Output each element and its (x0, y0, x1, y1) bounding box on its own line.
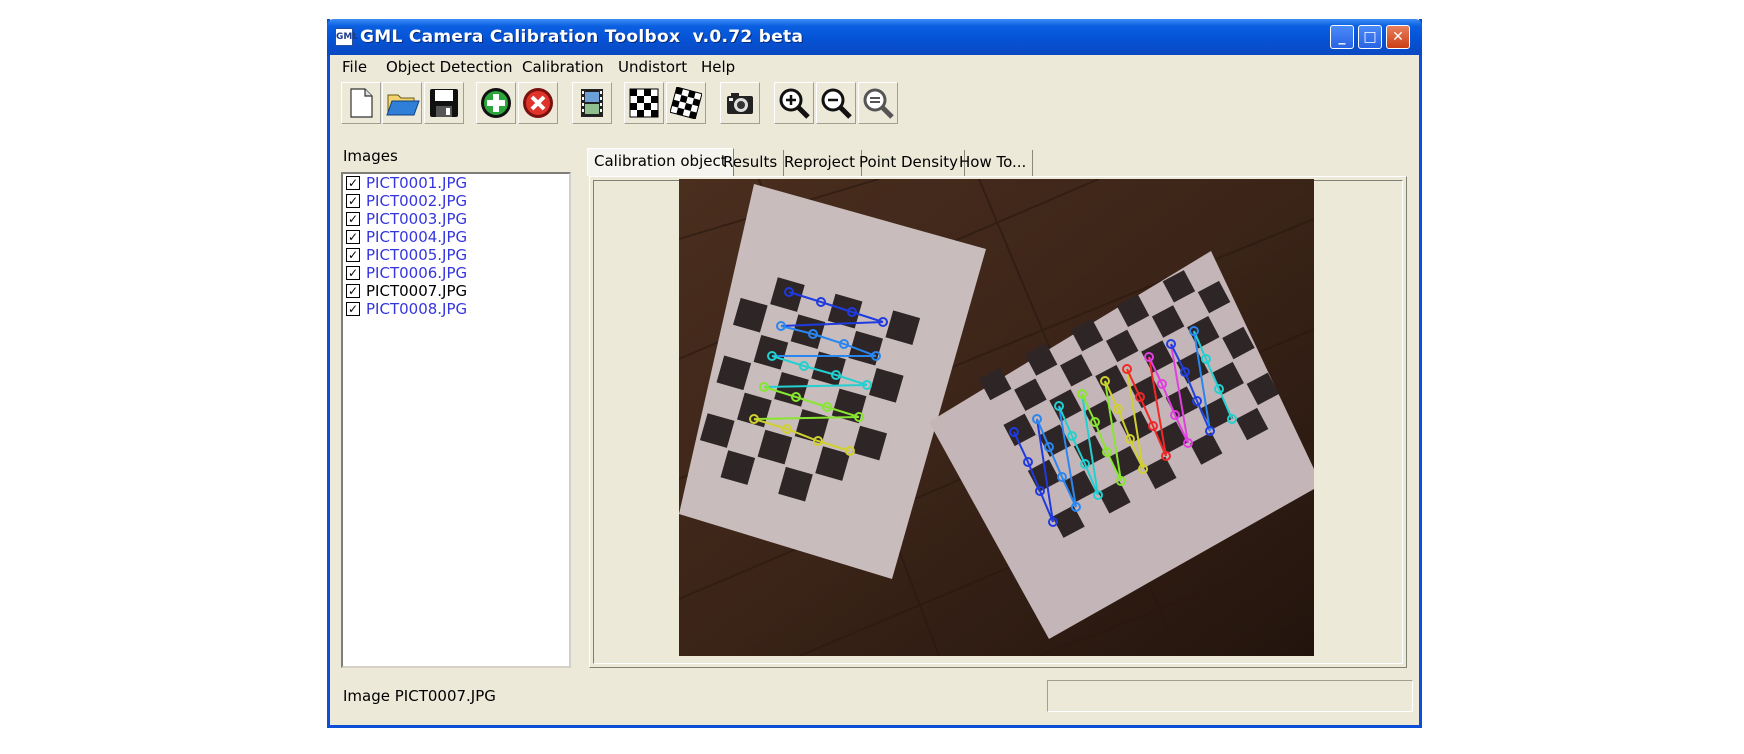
menu-bar: File Object Detection Calibration Undist… (330, 55, 1419, 79)
item-checkbox[interactable]: ✓ (346, 212, 360, 226)
item-checkbox[interactable]: ✓ (346, 284, 360, 298)
item-checkbox[interactable]: ✓ (346, 248, 360, 262)
zoom-fit-icon (863, 88, 894, 119)
list-item[interactable]: ✓ PICT0005.JPG (343, 246, 569, 264)
item-checkbox[interactable]: ✓ (346, 266, 360, 280)
camera-icon (727, 93, 753, 114)
calibration-image-view[interactable] (679, 179, 1314, 656)
menu-help[interactable]: Help (701, 58, 735, 76)
menu-calibration[interactable]: Calibration (522, 58, 604, 76)
list-item[interactable]: ✓ PICT0004.JPG (343, 228, 569, 246)
item-checkbox[interactable]: ✓ (346, 302, 360, 316)
tab-how-to[interactable]: How To... (953, 150, 1034, 176)
list-item[interactable]: ✓ PICT0003.JPG (343, 210, 569, 228)
tab-results[interactable]: Results (717, 150, 785, 176)
list-item[interactable]: ✓ PICT0008.JPG (343, 300, 569, 318)
calibration-photo (679, 179, 1314, 656)
app-icon[interactable]: GML (335, 28, 358, 46)
open-button[interactable] (382, 82, 422, 124)
status-panel (1047, 680, 1413, 712)
remove-image-icon (523, 88, 553, 118)
list-item[interactable]: ✓ PICT0006.JPG (343, 264, 569, 282)
menu-file[interactable]: File (342, 58, 367, 76)
status-bar: Image PICT0007.JPG (330, 679, 1419, 719)
minimize-icon: _ (1338, 29, 1346, 45)
list-item[interactable]: ✓ PICT0002.JPG (343, 192, 569, 210)
title-bar[interactable]: GML GML Camera Calibration Toolbox v.0.7… (327, 19, 1422, 55)
film-button[interactable] (572, 82, 612, 124)
images-label: Images (343, 147, 398, 165)
zoom-fit-button[interactable] (858, 82, 898, 124)
image-list[interactable]: ✓ PICT0001.JPG ✓ PICT0002.JPG ✓ PICT0003.JP… (341, 172, 571, 668)
list-item-label: PICT0006.JPG (366, 264, 468, 282)
toolbar (330, 79, 1419, 125)
item-checkbox[interactable]: ✓ (346, 230, 360, 244)
list-item-label: PICT0008.JPG (366, 300, 468, 318)
add-image-icon (481, 88, 511, 118)
checkerboard-detect-icon (670, 87, 702, 119)
camera-button[interactable] (720, 82, 760, 124)
zoom-in-icon (779, 88, 810, 119)
menu-undistort[interactable]: Undistort (618, 58, 687, 76)
main-window: GML GML Camera Calibration Toolbox v.0.7… (327, 19, 1422, 728)
zoom-out-button[interactable] (816, 82, 856, 124)
tab-reproject[interactable]: Reproject (778, 150, 863, 176)
item-checkbox[interactable]: ✓ (346, 176, 360, 190)
tab-point-density[interactable]: Point Density (853, 150, 966, 176)
menu-object-detection[interactable]: Object Detection (386, 58, 513, 76)
list-item-label: PICT0004.JPG (366, 228, 468, 246)
list-item-label: PICT0002.JPG (366, 192, 468, 210)
close-icon: ✕ (1392, 29, 1404, 45)
save-button[interactable] (424, 82, 464, 124)
save-icon (430, 89, 458, 117)
close-button[interactable]: ✕ (1386, 25, 1410, 49)
zoom-out-icon (821, 88, 852, 119)
list-item-label: PICT0003.JPG (366, 210, 468, 228)
list-item[interactable]: ✓ PICT0001.JPG (343, 174, 569, 192)
list-item-selected[interactable]: ✓ PICT0007.JPG (343, 282, 569, 300)
status-text: Image PICT0007.JPG (343, 687, 496, 705)
checkerboard-button[interactable] (624, 82, 664, 124)
remove-button[interactable] (518, 82, 558, 124)
window-title: GML Camera Calibration Toolbox v.0.72 be… (360, 27, 804, 47)
list-item-label: PICT0005.JPG (366, 246, 468, 264)
minimize-button[interactable]: _ (1330, 25, 1354, 49)
list-item-label: PICT0001.JPG (366, 174, 468, 192)
film-strip-icon (581, 89, 603, 117)
detect-button[interactable] (666, 82, 706, 124)
maximize-icon: □ (1363, 29, 1377, 45)
item-checkbox[interactable]: ✓ (346, 194, 360, 208)
checkerboard-icon (629, 88, 659, 118)
tab-calibration-object[interactable]: Calibration object (587, 148, 734, 176)
new-file-icon (350, 88, 373, 118)
list-item-label: PICT0007.JPG (366, 282, 468, 300)
add-button[interactable] (476, 82, 516, 124)
new-button[interactable] (341, 82, 381, 124)
maximize-button[interactable]: □ (1358, 25, 1382, 49)
zoom-in-button[interactable] (774, 82, 814, 124)
open-folder-icon (386, 94, 420, 116)
